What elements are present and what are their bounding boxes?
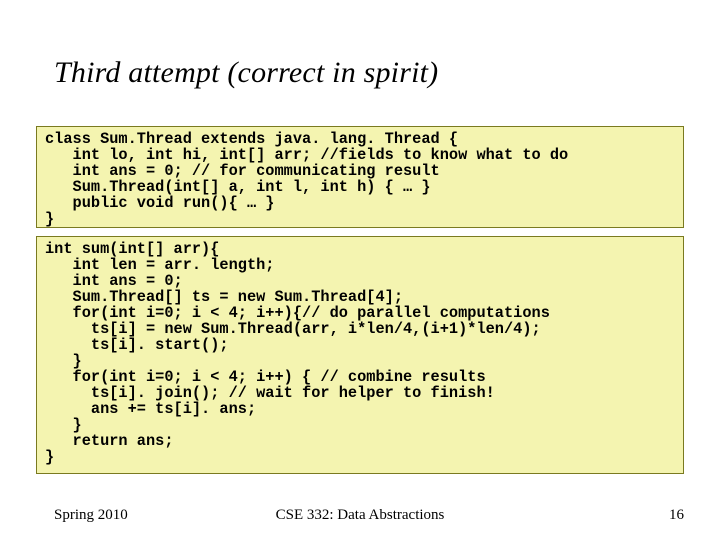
footer-center: CSE 332: Data Abstractions	[0, 507, 720, 524]
code-block-sum: int sum(int[] arr){ int len = arr. lengt…	[45, 241, 675, 465]
footer: Spring 2010 CSE 332: Data Abstractions 1…	[0, 504, 720, 524]
code-box-sum: int sum(int[] arr){ int len = arr. lengt…	[36, 236, 684, 474]
code-block-class: class Sum.Thread extends java. lang. Thr…	[45, 131, 675, 227]
footer-page-number: 16	[669, 507, 684, 524]
slide: Third attempt (correct in spirit) class …	[0, 0, 720, 540]
code-box-class: class Sum.Thread extends java. lang. Thr…	[36, 126, 684, 228]
slide-title: Third attempt (correct in spirit)	[54, 56, 438, 90]
